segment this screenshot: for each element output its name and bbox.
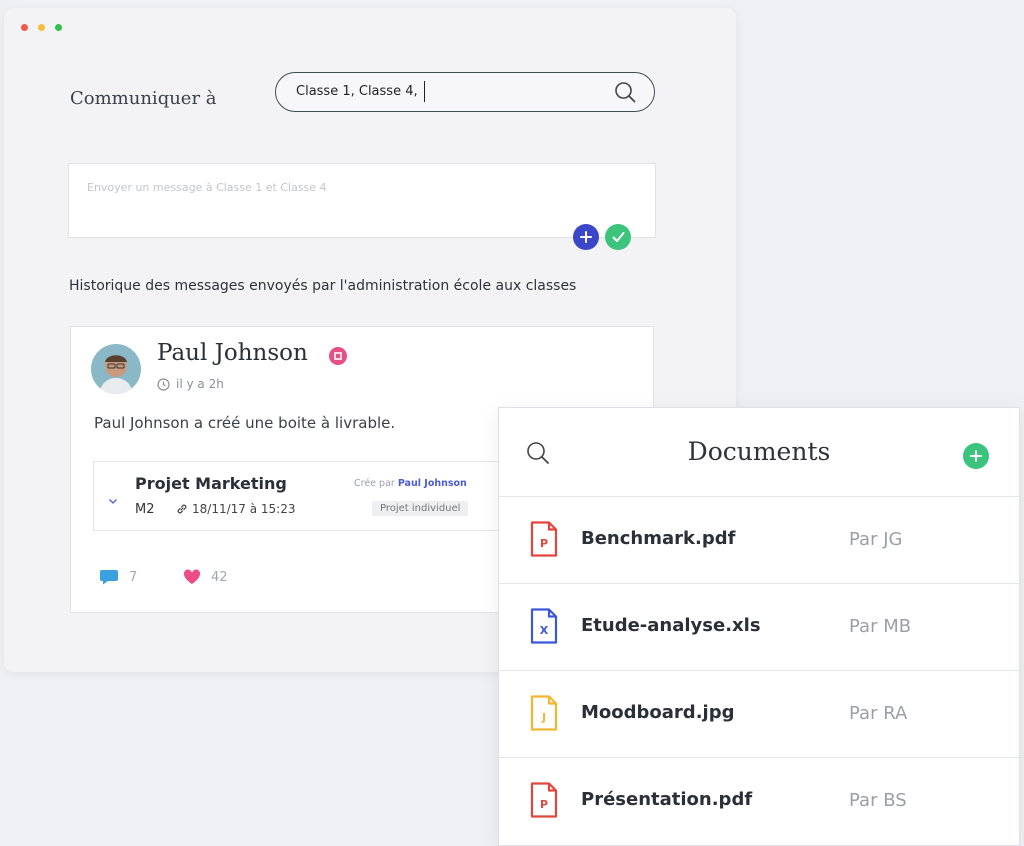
- post-time-text: il y a 2h: [176, 377, 224, 391]
- send-button[interactable]: [605, 224, 631, 250]
- likes-action[interactable]: 42: [183, 569, 228, 585]
- project-title: Projet Marketing: [135, 474, 287, 493]
- document-owner: Par JG: [849, 529, 903, 550]
- svg-text:J: J: [541, 711, 546, 724]
- message-placeholder: Envoyer un message à Classe 1 et Classe …: [87, 181, 327, 194]
- recipients-input[interactable]: Classe 1, Classe 4,: [275, 72, 655, 112]
- project-date: 18/11/17 à 15:23: [176, 502, 295, 516]
- likes-count: 42: [211, 569, 228, 585]
- avatar[interactable]: [91, 344, 141, 394]
- message-textarea[interactable]: Envoyer un message à Classe 1 et Classe …: [68, 163, 656, 238]
- document-name: Présentation.pdf: [581, 789, 753, 810]
- document-row[interactable]: X Etude-analyse.xls Par MB: [499, 584, 1019, 671]
- recipients-value: Classe 1, Classe 4,: [296, 84, 418, 99]
- clock-icon: [157, 377, 170, 391]
- project-created-by: Crée par Paul Johnson: [354, 478, 467, 489]
- excel-file-icon: X: [529, 608, 559, 648]
- image-file-icon: J: [529, 695, 559, 735]
- post-time: il y a 2h: [157, 377, 224, 391]
- document-owner: Par MB: [849, 616, 912, 637]
- document-name: Benchmark.pdf: [581, 528, 736, 549]
- document-row[interactable]: P Présentation.pdf Par BS: [499, 758, 1019, 844]
- project-card[interactable]: Projet Marketing M2 18/11/17 à 15:23 Cré…: [93, 461, 505, 531]
- svg-text:P: P: [540, 537, 548, 550]
- document-row[interactable]: J Moodboard.jpg Par RA: [499, 671, 1019, 758]
- close-dot[interactable]: [21, 24, 28, 31]
- post-text: Paul Johnson a créé une boite à livrable…: [94, 414, 396, 432]
- project-date-text: 18/11/17 à 15:23: [192, 502, 296, 516]
- comment-icon: [100, 570, 118, 585]
- created-prefix: Crée par: [354, 478, 395, 489]
- maximize-dot[interactable]: [55, 24, 62, 31]
- plus-icon: [580, 231, 592, 243]
- document-name: Moodboard.jpg: [581, 702, 735, 723]
- add-attachment-button[interactable]: [573, 224, 599, 250]
- recipients-label: Communiquer à: [70, 88, 217, 109]
- pdf-file-icon: P: [529, 782, 559, 822]
- heart-icon: [183, 569, 201, 584]
- add-document-button[interactable]: [963, 443, 989, 469]
- document-name: Etude-analyse.xls: [581, 615, 761, 636]
- text-caret: [424, 81, 425, 102]
- close-badge-icon[interactable]: [329, 347, 347, 365]
- svg-text:P: P: [540, 798, 548, 811]
- documents-panel: Documents P Benchmark.pdf Par JG X Etude…: [498, 407, 1020, 846]
- link-icon: [177, 504, 187, 514]
- project-code: M2: [135, 502, 155, 517]
- history-title: Historique des messages envoyés par l'ad…: [69, 278, 577, 294]
- document-owner: Par RA: [849, 703, 908, 724]
- documents-title: Documents: [687, 437, 831, 466]
- chevron-down-icon[interactable]: [108, 490, 118, 509]
- comments-action[interactable]: 7: [99, 569, 137, 585]
- window-controls: [21, 24, 62, 31]
- comments-count: 7: [129, 569, 138, 585]
- created-author-link[interactable]: Paul Johnson: [398, 478, 467, 489]
- check-icon: [612, 232, 624, 242]
- document-row[interactable]: P Benchmark.pdf Par JG: [499, 497, 1019, 584]
- search-icon[interactable]: [614, 81, 636, 107]
- minimize-dot[interactable]: [38, 24, 45, 31]
- pdf-file-icon: P: [529, 521, 559, 561]
- plus-icon: [970, 450, 982, 462]
- documents-header: Documents: [499, 408, 1019, 497]
- project-tag: Projet individuel: [372, 501, 469, 516]
- document-owner: Par BS: [849, 790, 907, 811]
- svg-text:X: X: [540, 624, 549, 637]
- author-name[interactable]: Paul Johnson: [157, 340, 308, 366]
